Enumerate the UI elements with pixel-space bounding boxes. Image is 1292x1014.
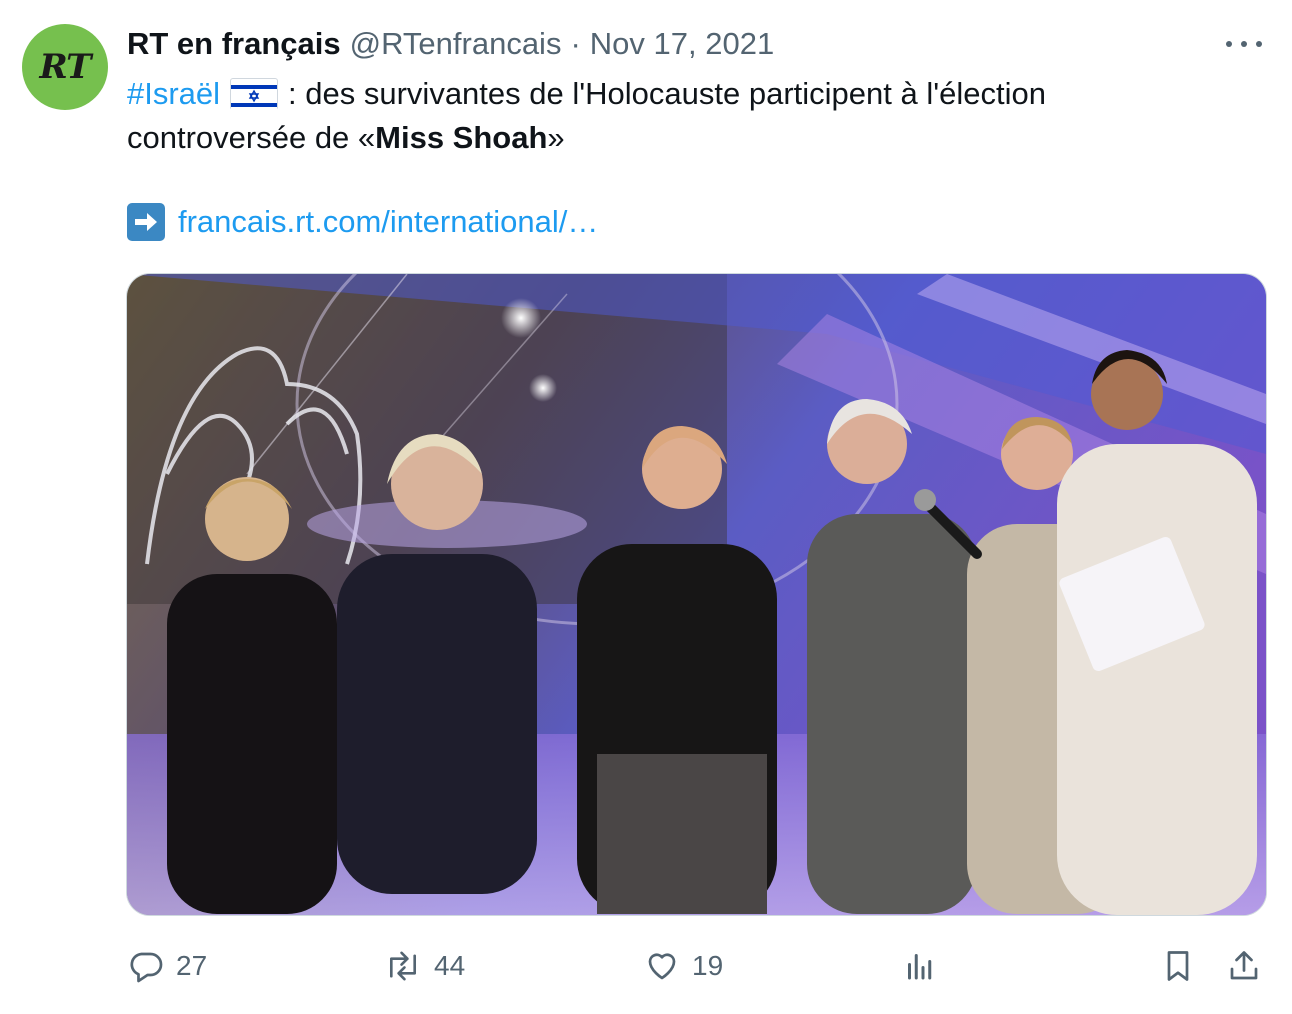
views-icon [902,948,938,984]
bookmark-icon [1160,948,1196,984]
article-link[interactable]: francais.rt.com/international/… [178,204,598,240]
bookmark-button[interactable] [1160,940,1196,992]
tweet-text-line2-suffix: » [547,120,565,155]
like-icon [644,948,680,984]
israel-flag-icon [230,78,279,111]
retweet-icon [384,948,422,984]
avatar[interactable]: RT [22,24,108,110]
reply-icon [128,948,164,984]
reply-button[interactable]: 27 [128,940,207,992]
author-handle[interactable]: @RTenfrancais [350,26,562,62]
photo-illustration [127,274,1266,915]
tweet-photo[interactable] [126,273,1267,916]
like-count: 19 [692,950,724,981]
share-icon [1226,948,1262,984]
author-name[interactable]: RT en français [127,26,341,62]
share-button[interactable] [1226,940,1262,992]
retweet-count: 44 [434,950,466,981]
separator-dot: · [570,26,581,61]
right-arrow-icon [127,203,165,241]
link-line: francais.rt.com/international/… [127,203,598,241]
tweet-text-bold: Miss Shoah [375,120,548,155]
tweet-text-line1: : des survivantes de l'Holocauste partic… [288,76,1047,111]
tweet-header: RT en français @RTenfrancais · Nov 17, 2… [127,24,774,64]
more-icon[interactable] [1226,34,1262,54]
tweet-date[interactable]: Nov 17, 2021 [590,26,774,62]
action-bar: 27 44 19 [0,940,1292,992]
reply-count: 27 [176,950,208,981]
tweet-text-line2-prefix: controversée de « [127,120,376,155]
tweet: RT RT en français @RTenfrancais · Nov 17… [0,0,1292,1014]
hashtag-link[interactable]: #Israël [127,72,220,116]
avatar-logo-text: RT [39,47,92,87]
like-button[interactable]: 19 [644,940,723,992]
retweet-button[interactable]: 44 [384,940,465,992]
views-button[interactable] [902,940,938,992]
tweet-text: #Israël : des survivantes de l'Holocaust… [127,72,1247,160]
